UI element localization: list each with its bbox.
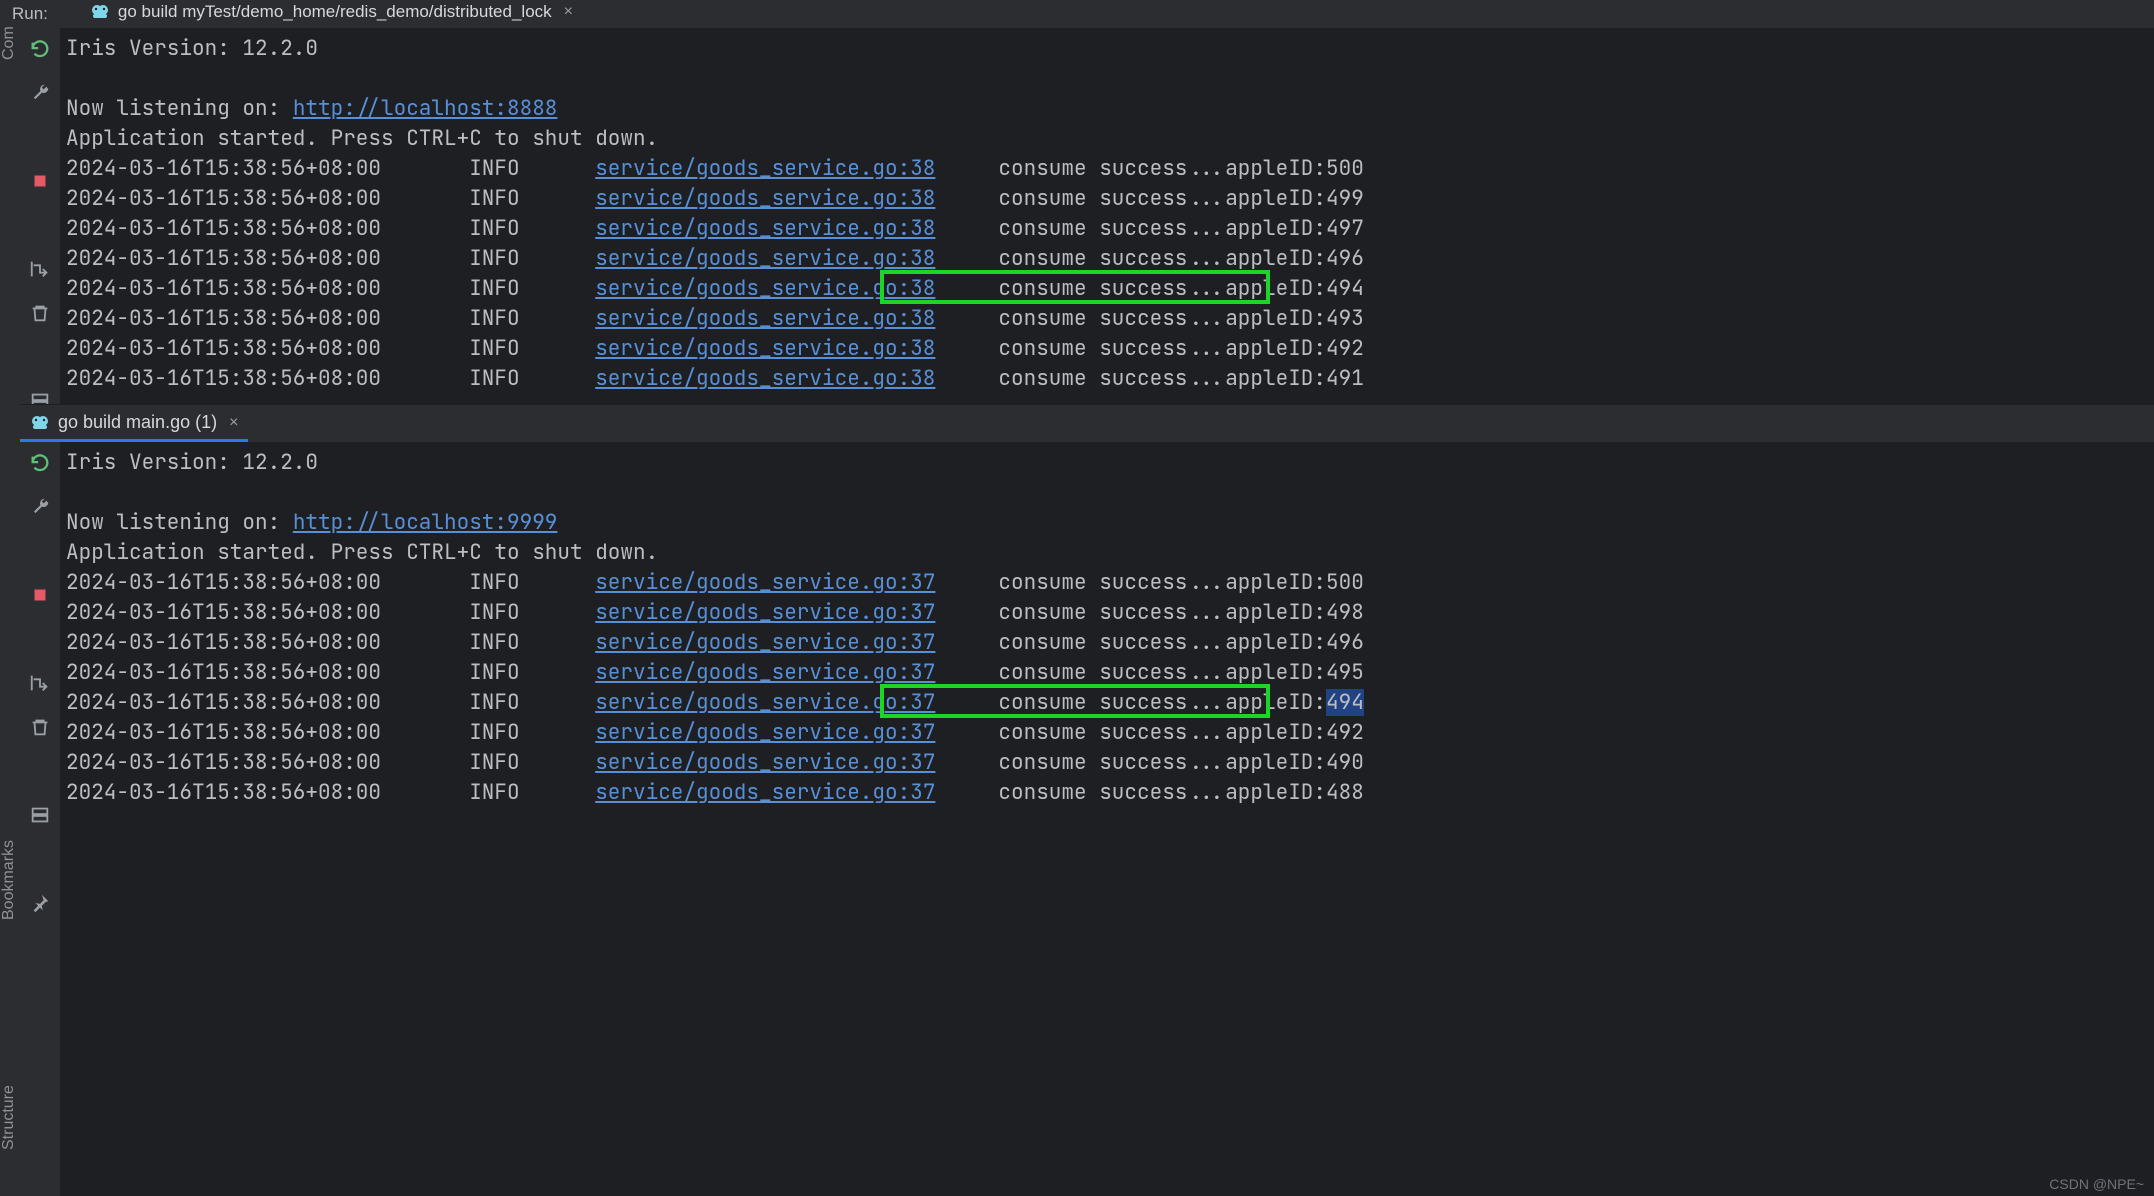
close-icon[interactable]: ×: [564, 3, 573, 21]
run-config-tab-2[interactable]: go build main.go (1) ×: [20, 408, 248, 443]
source-link[interactable]: service/goods_service.go:38: [595, 185, 935, 212]
console-line: Application started. Press CTRL+C to shu…: [60, 124, 2154, 154]
step-button[interactable]: [27, 256, 53, 282]
go-file-icon: [30, 413, 50, 433]
source-link[interactable]: service/goods_service.go:37: [595, 689, 935, 716]
console-line: 2024-03-16T15:38:56+08:00 INFO service/g…: [60, 688, 2154, 718]
source-link[interactable]: service/goods_service.go:37: [595, 569, 935, 596]
layout-button[interactable]: [27, 802, 53, 828]
console-line: 2024-03-16T15:38:56+08:00 INFO service/g…: [60, 364, 2154, 394]
console-line: 2024-03-16T15:38:56+08:00 INFO service/g…: [60, 154, 2154, 184]
toolwindow-bookmarks[interactable]: Bookmarks: [0, 780, 20, 920]
trash-button[interactable]: [27, 714, 53, 740]
pin-button[interactable]: [27, 890, 53, 916]
console-output-2[interactable]: Iris Version: 12.2.0 Now listening on: h…: [60, 442, 2154, 1196]
source-link[interactable]: service/goods_service.go:37: [595, 749, 935, 776]
toolwindow-commit[interactable]: Com: [0, 0, 20, 60]
run-config-tab-label: go build myTest/demo_home/redis_demo/dis…: [118, 2, 552, 22]
console-line: 2024-03-16T15:38:56+08:00 INFO service/g…: [60, 334, 2154, 364]
source-link[interactable]: service/goods_service.go:38: [595, 155, 935, 182]
console-line: 2024-03-16T15:38:56+08:00 INFO service/g…: [60, 304, 2154, 334]
source-link[interactable]: service/goods_service.go:37: [595, 599, 935, 626]
run-gutter-2: [20, 442, 60, 1196]
trash-button[interactable]: [27, 300, 53, 326]
run-config-tab-2-label: go build main.go (1): [58, 412, 217, 433]
console-line: 2024-03-16T15:38:56+08:00 INFO service/g…: [60, 598, 2154, 628]
listen-url[interactable]: http://localhost:8888: [293, 95, 558, 122]
blank-button: [27, 212, 53, 238]
run-toolbar: Run: go build myTest/demo_home/redis_dem…: [0, 0, 2154, 28]
source-link[interactable]: service/goods_service.go:37: [595, 779, 935, 806]
console-line: 2024-03-16T15:38:56+08:00 INFO service/g…: [60, 184, 2154, 214]
console-line: 2024-03-16T15:38:56+08:00 INFO service/g…: [60, 658, 2154, 688]
console-line: Iris Version: 12.2.0: [60, 448, 2154, 478]
close-icon[interactable]: ×: [229, 414, 238, 432]
console-line: Now listening on: http://localhost:9999: [60, 508, 2154, 538]
source-link[interactable]: service/goods_service.go:38: [595, 275, 935, 302]
console-line: 2024-03-16T15:38:56+08:00 INFO service/g…: [60, 568, 2154, 598]
console-line: 2024-03-16T15:38:56+08:00 INFO service/g…: [60, 718, 2154, 748]
source-link[interactable]: service/goods_service.go:38: [595, 245, 935, 272]
console-line: 2024-03-16T15:38:56+08:00 INFO service/g…: [60, 214, 2154, 244]
watermark: CSDN @NPE~: [2049, 1176, 2144, 1192]
source-link[interactable]: service/goods_service.go:37: [595, 659, 935, 686]
console-line: 2024-03-16T15:38:56+08:00 INFO service/g…: [60, 748, 2154, 778]
toolwindow-structure[interactable]: Structure: [0, 1040, 20, 1150]
console-line: Now listening on: http://localhost:8888: [60, 94, 2154, 124]
go-file-icon: [90, 2, 110, 22]
blank-button: [27, 758, 53, 784]
wrench-button[interactable]: [27, 80, 53, 106]
stop-button[interactable]: [27, 582, 53, 608]
console-line: Iris Version: 12.2.0: [60, 34, 2154, 64]
rerun-button[interactable]: [27, 36, 53, 62]
rerun-button[interactable]: [27, 450, 53, 476]
source-link[interactable]: service/goods_service.go:38: [595, 365, 935, 392]
source-link[interactable]: service/goods_service.go:38: [595, 305, 935, 332]
console-line: [60, 478, 2154, 508]
console-line: 2024-03-16T15:38:56+08:00 INFO service/g…: [60, 778, 2154, 808]
blank-button: [27, 124, 53, 150]
blank-button: [27, 626, 53, 652]
wrench-button[interactable]: [27, 494, 53, 520]
console-line: [60, 64, 2154, 94]
source-link[interactable]: service/goods_service.go:38: [595, 215, 935, 242]
blank-button: [27, 538, 53, 564]
console-line: 2024-03-16T15:38:56+08:00 INFO service/g…: [60, 628, 2154, 658]
console-line: 2024-03-16T15:38:56+08:00 INFO service/g…: [60, 274, 2154, 304]
console-line: Application started. Press CTRL+C to shu…: [60, 538, 2154, 568]
blank-button: [27, 846, 53, 872]
blank-button: [27, 344, 53, 370]
run-tabbar-2: go build main.go (1) ×: [20, 404, 2154, 442]
source-link[interactable]: service/goods_service.go:37: [595, 629, 935, 656]
source-link[interactable]: service/goods_service.go:38: [595, 335, 935, 362]
console-line: 2024-03-16T15:38:56+08:00 INFO service/g…: [60, 244, 2154, 274]
source-link[interactable]: service/goods_service.go:37: [595, 719, 935, 746]
stop-button[interactable]: [27, 168, 53, 194]
listen-url[interactable]: http://localhost:9999: [293, 509, 558, 536]
step-button[interactable]: [27, 670, 53, 696]
run-panel-2: Iris Version: 12.2.0 Now listening on: h…: [20, 442, 2154, 1196]
